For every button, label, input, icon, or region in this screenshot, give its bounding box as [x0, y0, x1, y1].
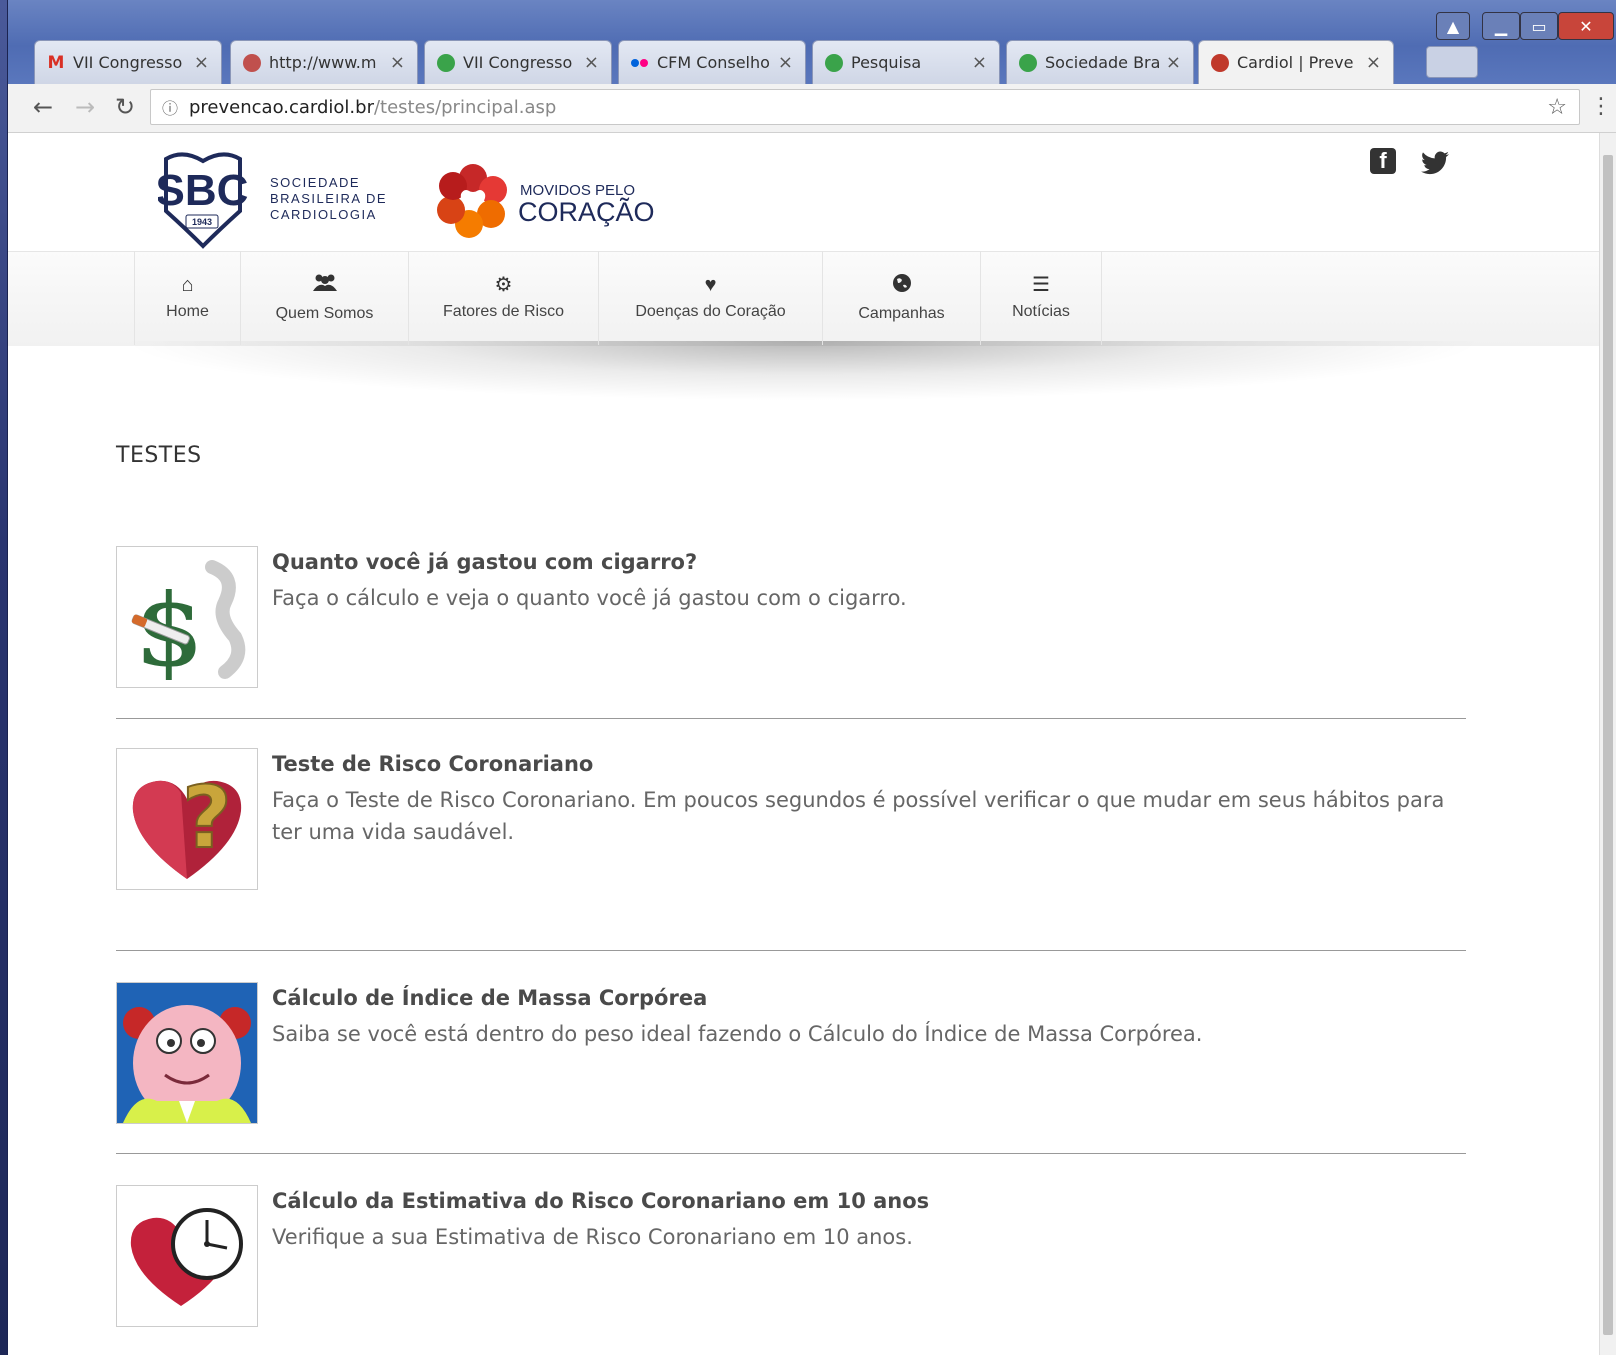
back-arrow-icon[interactable]: ← [28, 92, 58, 122]
nav-shadow [118, 341, 1488, 401]
nav-label: Quem Somos [275, 305, 374, 322]
test-item-cigarette[interactable]: $ Quanto você já gastou com cigarro? Faç… [116, 546, 1476, 696]
sbc-line1: SOCIEDADE [270, 175, 360, 190]
nav-label: Home [166, 303, 209, 320]
sbc-line2: BRASILEIRA DE [270, 191, 387, 206]
menu-kebab-icon[interactable]: ⋮ [1590, 94, 1612, 119]
close-window-button[interactable]: ✕ [1558, 12, 1614, 40]
nav-home[interactable]: ⌂ Home [134, 251, 240, 345]
divider [116, 950, 1466, 951]
dollar-cigarette-thumbnail[interactable]: $ [116, 546, 258, 688]
mov-line2: CORAÇÃO [518, 196, 655, 227]
test-description: Faça o cálculo e veja o quanto você já g… [272, 586, 907, 610]
nav-doencas-do-coracao[interactable]: ♥ Doenças do Coração [598, 251, 822, 345]
users-icon [312, 273, 338, 297]
list-icon: ☰ [1032, 274, 1050, 296]
tab-label: VII Congresso [463, 53, 573, 72]
tab-strip: M VII Congresso × http://www.m × VII Con… [8, 0, 1616, 84]
sbc-year: 1943 [192, 217, 212, 227]
nav-label: Fatores de Risco [443, 303, 564, 320]
reload-icon[interactable]: ↻ [110, 92, 140, 122]
tab-1[interactable]: M VII Congresso × [34, 40, 222, 84]
gmail-icon: M [47, 52, 65, 73]
divider [116, 1153, 1466, 1154]
section-title: TESTES [116, 443, 202, 468]
green-shield-icon [825, 53, 843, 72]
green-shield-icon [1019, 53, 1037, 72]
minimize-button[interactable]: ▁ [1482, 12, 1520, 40]
test-title[interactable]: Quanto você já gastou com cigarro? [272, 550, 697, 574]
nav-noticias[interactable]: ☰ Notícias [980, 251, 1102, 345]
nav-label: Notícias [1012, 303, 1070, 320]
globe-icon [892, 273, 912, 297]
browser-toolbar: ← → ↻ ⓘ prevencao.cardiol.br/testes/prin… [8, 84, 1616, 133]
nav-label: Doenças do Coração [635, 303, 786, 320]
tab-label: http://www.m [269, 53, 377, 72]
nav-quem-somos[interactable]: Quem Somos [240, 251, 408, 345]
facebook-icon[interactable]: f [1370, 148, 1396, 174]
twitter-icon[interactable] [1420, 148, 1450, 178]
heart-flower-icon [1211, 53, 1229, 72]
address-bar[interactable]: ⓘ prevencao.cardiol.br/testes/principal.… [150, 89, 1580, 125]
divider [116, 718, 1466, 719]
web-page: SBC 1943 SOCIEDADE BRASILEIRA DE CARDIOL… [8, 133, 1600, 1355]
maximize-button[interactable]: ▭ [1520, 12, 1558, 40]
test-item-10-year-risk[interactable]: Cálculo da Estimativa do Risco Coronaria… [116, 1185, 1476, 1335]
tab-4[interactable]: CFM Conselho × [618, 40, 806, 84]
close-icon[interactable]: × [1366, 52, 1381, 73]
tab-label: CFM Conselho [657, 53, 770, 72]
close-icon[interactable]: × [194, 52, 209, 73]
gears-icon: ⚙ [494, 274, 513, 296]
test-description: Verifique a sua Estimativa de Risco Coro… [272, 1225, 913, 1249]
tab-6[interactable]: Sociedade Bra × [1006, 40, 1194, 84]
scrollbar-thumb[interactable] [1603, 155, 1613, 1335]
close-icon[interactable]: × [1166, 52, 1181, 73]
tab-3[interactable]: VII Congresso × [424, 40, 612, 84]
sbc-abbr: SBC [158, 166, 248, 215]
test-description: Faça o Teste de Risco Coronariano. Em po… [272, 788, 1445, 844]
close-icon[interactable]: × [972, 52, 987, 73]
url-path: /testes/principal.asp [373, 96, 557, 118]
nav-label: Campanhas [858, 305, 945, 322]
tab-label: Cardiol | Preve [1237, 53, 1354, 72]
info-icon[interactable]: ⓘ [157, 95, 183, 119]
tab-label: Sociedade Bra [1045, 53, 1160, 72]
tab-2[interactable]: http://www.m × [230, 40, 418, 84]
profile-button[interactable]: ▲ [1436, 12, 1470, 40]
green-shield-icon [437, 53, 455, 72]
close-icon[interactable]: × [390, 52, 405, 73]
heart-icon: ♥ [704, 274, 717, 296]
sbc-logo[interactable]: SBC 1943 SOCIEDADE BRASILEIRA DE CARDIOL… [156, 151, 398, 251]
test-item-coronary-risk[interactable]: ? Teste de Risco Coronariano Faça o Test… [116, 748, 1476, 898]
bmi-cartoon-thumbnail[interactable] [116, 982, 258, 1124]
social-links: f [1370, 148, 1450, 178]
nav-campanhas[interactable]: Campanhas [822, 251, 980, 345]
test-item-bmi[interactable]: Cálculo de Índice de Massa Corpórea Saib… [116, 982, 1476, 1132]
tab-7-active[interactable]: Cardiol | Preve × [1198, 40, 1394, 84]
tab-5[interactable]: Pesquisa × [812, 40, 1000, 84]
url-host: prevencao.cardiol.br [189, 96, 374, 118]
browser-window: M VII Congresso × http://www.m × VII Con… [8, 0, 1616, 1355]
nav-fatores-de-risco[interactable]: ⚙ Fatores de Risco [408, 251, 598, 345]
svg-text:?: ? [182, 768, 232, 868]
tab-label: Pesquisa [851, 53, 922, 72]
sbc-line3: CARDIOLOGIA [270, 207, 377, 222]
avatar-icon [243, 53, 261, 72]
close-icon[interactable]: × [778, 52, 793, 73]
flickr-icon [631, 54, 649, 72]
heart-clock-thumbnail[interactable] [116, 1185, 258, 1327]
heart-flower-icon [437, 164, 507, 238]
test-title[interactable]: Teste de Risco Coronariano [272, 752, 593, 776]
test-title[interactable]: Cálculo de Índice de Massa Corpórea [272, 986, 707, 1010]
test-description: Saiba se você está dentro do peso ideal … [272, 1022, 1203, 1046]
test-title[interactable]: Cálculo da Estimativa do Risco Coronaria… [272, 1189, 929, 1213]
close-icon[interactable]: × [584, 52, 599, 73]
movidos-pelo-coracao-logo[interactable]: MOVIDOS PELO CORAÇÃO [428, 155, 668, 245]
home-icon: ⌂ [181, 274, 194, 296]
heart-question-thumbnail[interactable]: ? [116, 748, 258, 890]
tab-label: VII Congresso [73, 53, 183, 72]
bookmark-star-icon[interactable]: ☆ [1547, 95, 1567, 120]
new-tab-button[interactable] [1426, 46, 1478, 78]
forward-arrow-icon[interactable]: → [70, 92, 100, 122]
